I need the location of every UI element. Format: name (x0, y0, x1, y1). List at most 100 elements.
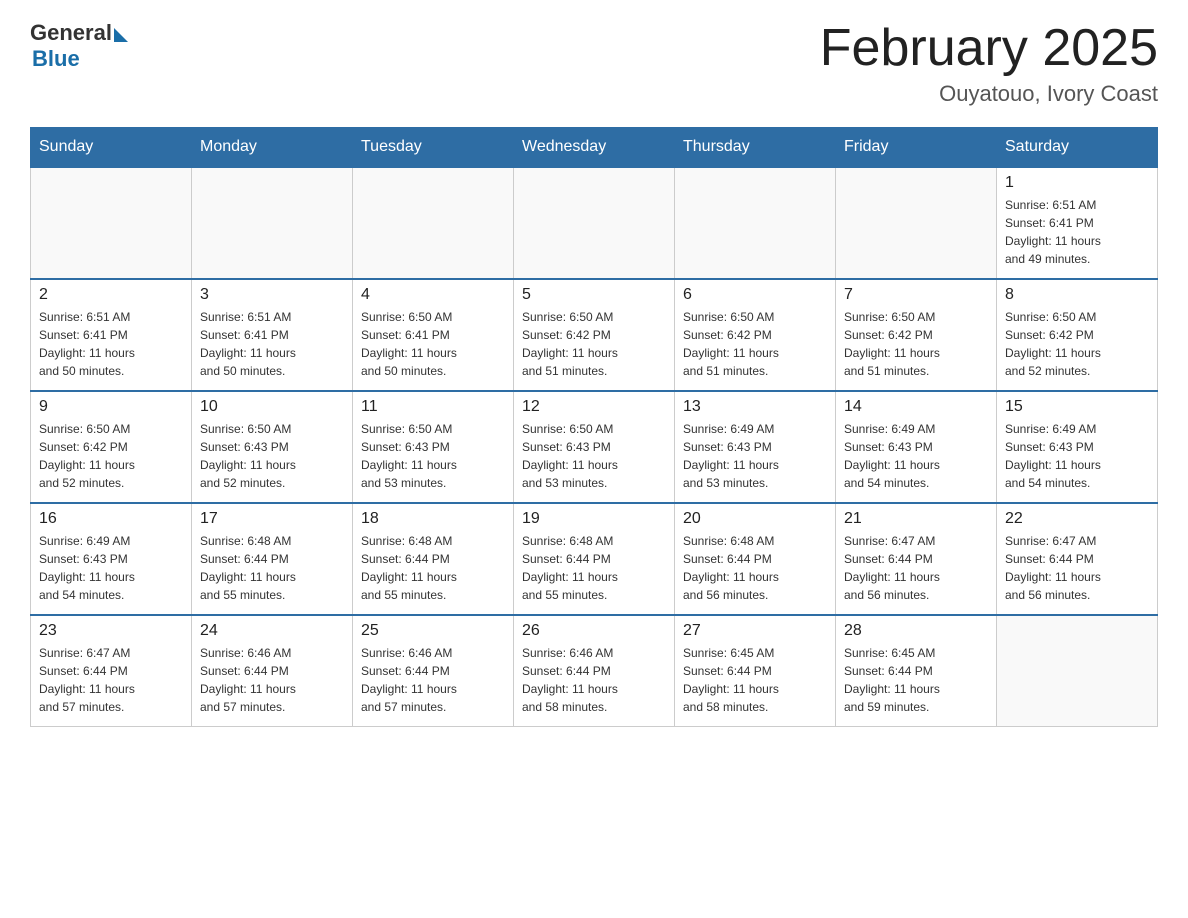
calendar-cell: 22 Sunrise: 6:47 AM Sunset: 6:44 PM Dayli… (997, 503, 1158, 615)
day-number: 21 (844, 510, 988, 528)
calendar-cell: 7 Sunrise: 6:50 AM Sunset: 6:42 PM Daylig… (836, 279, 997, 391)
day-info: Sunrise: 6:46 AM Sunset: 6:44 PM Dayligh… (361, 644, 505, 716)
calendar-cell: 17 Sunrise: 6:48 AM Sunset: 6:44 PM Dayli… (192, 503, 353, 615)
calendar-cell: 11 Sunrise: 6:50 AM Sunset: 6:43 PM Dayli… (353, 391, 514, 503)
day-number: 10 (200, 398, 344, 416)
day-info: Sunrise: 6:46 AM Sunset: 6:44 PM Dayligh… (522, 644, 666, 716)
month-title: February 2025 (820, 20, 1158, 77)
day-number: 16 (39, 510, 183, 528)
calendar-header-row: SundayMondayTuesdayWednesdayThursdayFrid… (31, 128, 1158, 168)
calendar-cell (353, 167, 514, 279)
title-section: February 2025 Ouyatouo, Ivory Coast (820, 20, 1158, 107)
day-info: Sunrise: 6:46 AM Sunset: 6:44 PM Dayligh… (200, 644, 344, 716)
day-number: 7 (844, 286, 988, 304)
day-info: Sunrise: 6:48 AM Sunset: 6:44 PM Dayligh… (683, 532, 827, 604)
calendar-cell: 14 Sunrise: 6:49 AM Sunset: 6:43 PM Dayli… (836, 391, 997, 503)
day-info: Sunrise: 6:50 AM Sunset: 6:43 PM Dayligh… (200, 420, 344, 492)
day-number: 15 (1005, 398, 1149, 416)
calendar-cell: 4 Sunrise: 6:50 AM Sunset: 6:41 PM Daylig… (353, 279, 514, 391)
calendar-cell: 23 Sunrise: 6:47 AM Sunset: 6:44 PM Dayli… (31, 615, 192, 727)
day-info: Sunrise: 6:47 AM Sunset: 6:44 PM Dayligh… (844, 532, 988, 604)
day-info: Sunrise: 6:47 AM Sunset: 6:44 PM Dayligh… (1005, 532, 1149, 604)
calendar-cell: 27 Sunrise: 6:45 AM Sunset: 6:44 PM Dayli… (675, 615, 836, 727)
calendar-cell: 15 Sunrise: 6:49 AM Sunset: 6:43 PM Dayli… (997, 391, 1158, 503)
calendar-cell: 24Sunrise: 6:46 AM Sunset: 6:44 PM Dayli… (192, 615, 353, 727)
day-info: Sunrise: 6:49 AM Sunset: 6:43 PM Dayligh… (683, 420, 827, 492)
calendar-cell: 12 Sunrise: 6:50 AM Sunset: 6:43 PM Dayli… (514, 391, 675, 503)
day-info: Sunrise: 6:48 AM Sunset: 6:44 PM Dayligh… (522, 532, 666, 604)
day-number: 27 (683, 622, 827, 640)
week-row-2: 2Sunrise: 6:51 AM Sunset: 6:41 PM Daylig… (31, 279, 1158, 391)
calendar-cell: 13 Sunrise: 6:49 AM Sunset: 6:43 PM Dayli… (675, 391, 836, 503)
day-info: Sunrise: 6:51 AM Sunset: 6:41 PM Dayligh… (39, 308, 183, 380)
page-header: General Blue February 2025 Ouyatouo, Ivo… (30, 20, 1158, 107)
day-number: 26 (522, 622, 666, 640)
day-info: Sunrise: 6:50 AM Sunset: 6:43 PM Dayligh… (361, 420, 505, 492)
day-info: Sunrise: 6:47 AM Sunset: 6:44 PM Dayligh… (39, 644, 183, 716)
day-number: 5 (522, 286, 666, 304)
calendar-cell: 16Sunrise: 6:49 AM Sunset: 6:43 PM Dayli… (31, 503, 192, 615)
calendar-cell: 3 Sunrise: 6:51 AM Sunset: 6:41 PM Daylig… (192, 279, 353, 391)
column-header-sunday: Sunday (31, 128, 192, 168)
day-info: Sunrise: 6:49 AM Sunset: 6:43 PM Dayligh… (1005, 420, 1149, 492)
calendar-cell: 5 Sunrise: 6:50 AM Sunset: 6:42 PM Daylig… (514, 279, 675, 391)
day-info: Sunrise: 6:48 AM Sunset: 6:44 PM Dayligh… (200, 532, 344, 604)
day-info: Sunrise: 6:50 AM Sunset: 6:41 PM Dayligh… (361, 308, 505, 380)
day-number: 4 (361, 286, 505, 304)
day-number: 1 (1005, 174, 1149, 192)
calendar-cell: 28 Sunrise: 6:45 AM Sunset: 6:44 PM Dayli… (836, 615, 997, 727)
week-row-5: 23 Sunrise: 6:47 AM Sunset: 6:44 PM Dayli… (31, 615, 1158, 727)
day-number: 8 (1005, 286, 1149, 304)
logo-general-text: General (30, 20, 112, 46)
day-number: 25 (361, 622, 505, 640)
day-info: Sunrise: 6:50 AM Sunset: 6:42 PM Dayligh… (683, 308, 827, 380)
day-number: 13 (683, 398, 827, 416)
column-header-tuesday: Tuesday (353, 128, 514, 168)
calendar-cell: 2Sunrise: 6:51 AM Sunset: 6:41 PM Daylig… (31, 279, 192, 391)
calendar-table: SundayMondayTuesdayWednesdayThursdayFrid… (30, 127, 1158, 727)
day-info: Sunrise: 6:45 AM Sunset: 6:44 PM Dayligh… (844, 644, 988, 716)
day-info: Sunrise: 6:50 AM Sunset: 6:42 PM Dayligh… (522, 308, 666, 380)
day-info: Sunrise: 6:50 AM Sunset: 6:42 PM Dayligh… (844, 308, 988, 380)
calendar-cell (192, 167, 353, 279)
day-info: Sunrise: 6:51 AM Sunset: 6:41 PM Dayligh… (200, 308, 344, 380)
calendar-cell: 1 Sunrise: 6:51 AM Sunset: 6:41 PM Daylig… (997, 167, 1158, 279)
day-info: Sunrise: 6:50 AM Sunset: 6:43 PM Dayligh… (522, 420, 666, 492)
day-info: Sunrise: 6:50 AM Sunset: 6:42 PM Dayligh… (39, 420, 183, 492)
day-info: Sunrise: 6:48 AM Sunset: 6:44 PM Dayligh… (361, 532, 505, 604)
week-row-4: 16Sunrise: 6:49 AM Sunset: 6:43 PM Dayli… (31, 503, 1158, 615)
day-info: Sunrise: 6:51 AM Sunset: 6:41 PM Dayligh… (1005, 196, 1149, 268)
week-row-1: 1 Sunrise: 6:51 AM Sunset: 6:41 PM Daylig… (31, 167, 1158, 279)
calendar-cell: 25 Sunrise: 6:46 AM Sunset: 6:44 PM Dayli… (353, 615, 514, 727)
calendar-cell: 6 Sunrise: 6:50 AM Sunset: 6:42 PM Daylig… (675, 279, 836, 391)
day-number: 6 (683, 286, 827, 304)
day-number: 23 (39, 622, 183, 640)
day-number: 12 (522, 398, 666, 416)
calendar-cell (514, 167, 675, 279)
location-title: Ouyatouo, Ivory Coast (820, 81, 1158, 107)
calendar-cell: 26 Sunrise: 6:46 AM Sunset: 6:44 PM Dayli… (514, 615, 675, 727)
column-header-monday: Monday (192, 128, 353, 168)
logo-blue-text: Blue (32, 46, 80, 72)
day-number: 11 (361, 398, 505, 416)
day-number: 3 (200, 286, 344, 304)
calendar-cell: 18 Sunrise: 6:48 AM Sunset: 6:44 PM Dayli… (353, 503, 514, 615)
calendar-cell (836, 167, 997, 279)
day-info: Sunrise: 6:50 AM Sunset: 6:42 PM Dayligh… (1005, 308, 1149, 380)
day-number: 14 (844, 398, 988, 416)
day-number: 22 (1005, 510, 1149, 528)
calendar-cell (31, 167, 192, 279)
calendar-cell: 20 Sunrise: 6:48 AM Sunset: 6:44 PM Dayli… (675, 503, 836, 615)
day-info: Sunrise: 6:45 AM Sunset: 6:44 PM Dayligh… (683, 644, 827, 716)
day-number: 20 (683, 510, 827, 528)
day-number: 17 (200, 510, 344, 528)
day-number: 28 (844, 622, 988, 640)
calendar-cell (997, 615, 1158, 727)
day-number: 19 (522, 510, 666, 528)
logo: General Blue (30, 20, 128, 72)
calendar-cell: 8 Sunrise: 6:50 AM Sunset: 6:42 PM Daylig… (997, 279, 1158, 391)
day-info: Sunrise: 6:49 AM Sunset: 6:43 PM Dayligh… (844, 420, 988, 492)
day-number: 18 (361, 510, 505, 528)
column-header-friday: Friday (836, 128, 997, 168)
calendar-cell: 21 Sunrise: 6:47 AM Sunset: 6:44 PM Dayli… (836, 503, 997, 615)
